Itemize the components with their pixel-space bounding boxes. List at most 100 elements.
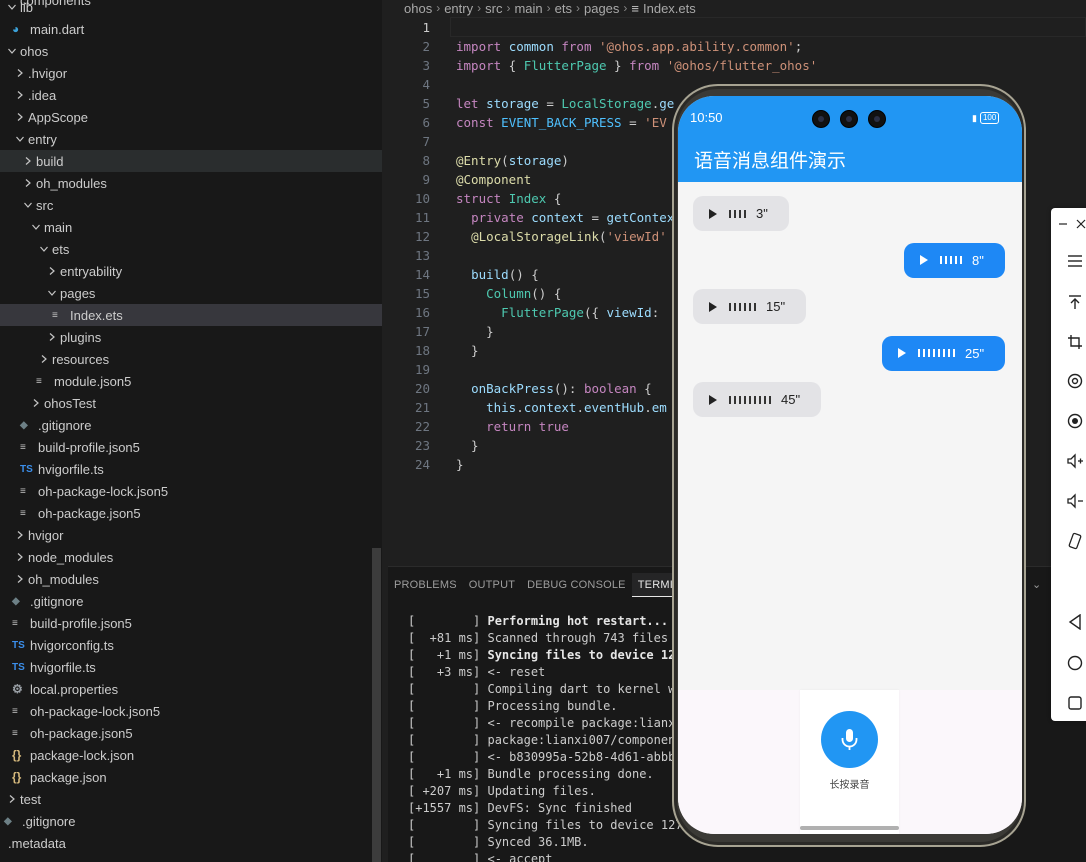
file-item[interactable]: ≡ module.json5 bbox=[0, 370, 382, 392]
chevron-right-icon[interactable] bbox=[4, 794, 20, 804]
folder-item[interactable]: ohos bbox=[0, 40, 382, 62]
back-icon[interactable] bbox=[1063, 610, 1086, 634]
chevron-right-icon[interactable] bbox=[20, 156, 36, 166]
pin-top-icon[interactable] bbox=[1063, 290, 1086, 314]
code-line[interactable]: 3 import { FlutterPage } from '@ohos/flut… bbox=[388, 56, 1086, 75]
file-item[interactable]: ◆ .gitignore bbox=[0, 414, 382, 436]
tab-output[interactable]: OUTPUT bbox=[463, 573, 521, 597]
folder-item[interactable]: oh_modules bbox=[0, 568, 382, 590]
breadcrumb-item[interactable]: entry bbox=[444, 1, 473, 16]
file-item[interactable]: ◆ .gitignore bbox=[0, 810, 382, 832]
folder-item[interactable]: ets bbox=[0, 238, 382, 260]
file-item[interactable]: TS hvigorfile.ts bbox=[0, 656, 382, 678]
chevron-right-icon[interactable] bbox=[44, 266, 60, 276]
crop-icon[interactable] bbox=[1063, 330, 1086, 354]
folder-item[interactable]: entryability bbox=[0, 260, 382, 282]
received-voice-message[interactable]: 45" bbox=[693, 382, 821, 417]
record-icon[interactable] bbox=[1063, 409, 1086, 433]
sent-voice-message[interactable]: 25" bbox=[882, 335, 1005, 371]
file-item[interactable]: ≡ oh-package-lock.json5 bbox=[0, 700, 382, 722]
file-item[interactable]: TS hvigorfile.ts bbox=[0, 458, 382, 480]
breadcrumb-item[interactable]: pages bbox=[584, 1, 619, 16]
recents-icon[interactable] bbox=[1063, 691, 1086, 715]
folder-item[interactable]: node_modules bbox=[0, 546, 382, 568]
chevron-down-icon[interactable] bbox=[4, 46, 20, 56]
home-icon[interactable] bbox=[1063, 651, 1086, 675]
received-voice-message[interactable]: 15" bbox=[693, 289, 806, 324]
chevron-down-icon[interactable] bbox=[20, 200, 36, 210]
file-item[interactable]: ≡ build-profile.json5 bbox=[0, 436, 382, 458]
sidebar-scrollbar[interactable] bbox=[372, 548, 381, 862]
folder-item[interactable]: AppScope bbox=[0, 106, 382, 128]
breadcrumb-item[interactable]: src bbox=[485, 1, 502, 16]
chevron-right-icon[interactable] bbox=[12, 574, 28, 584]
chevron-down-icon[interactable] bbox=[44, 288, 60, 298]
folder-item[interactable]: pages bbox=[0, 282, 382, 304]
file-item[interactable]: ≡ oh-package-lock.json5 bbox=[0, 480, 382, 502]
chevron-right-icon[interactable] bbox=[12, 552, 28, 562]
play-icon[interactable] bbox=[898, 348, 906, 358]
close-icon[interactable] bbox=[1073, 212, 1086, 236]
folder-item[interactable]: hvigor bbox=[0, 524, 382, 546]
folder-item[interactable]: .hvigor bbox=[0, 62, 382, 84]
record-button[interactable] bbox=[821, 711, 878, 768]
file-item[interactable]: ≡ oh-package.json5 bbox=[0, 722, 382, 744]
folder-item[interactable]: test bbox=[0, 788, 382, 810]
code-line[interactable]: 2 import common from '@ohos.app.ability.c… bbox=[388, 37, 1086, 56]
tab-debug-console[interactable]: DEBUG CONSOLE bbox=[521, 573, 632, 597]
chevron-right-icon[interactable] bbox=[12, 68, 28, 78]
screenshot-icon[interactable] bbox=[1063, 369, 1086, 393]
chevron-right-icon[interactable] bbox=[28, 398, 44, 408]
received-voice-message[interactable]: 3" bbox=[693, 196, 789, 231]
file-item[interactable]: ⚙ local.properties bbox=[0, 678, 382, 700]
play-icon[interactable] bbox=[709, 394, 717, 405]
rotate-icon[interactable] bbox=[1063, 529, 1086, 553]
folder-item[interactable]: .idea bbox=[0, 84, 382, 106]
file-item[interactable]: {} package-lock.json bbox=[0, 744, 382, 766]
minimize-icon[interactable] bbox=[1055, 212, 1071, 236]
file-item[interactable]: ≡ oh-package.json5 bbox=[0, 502, 382, 524]
folder-item[interactable]: entry bbox=[0, 128, 382, 150]
play-icon[interactable] bbox=[709, 301, 717, 312]
volume-down-icon[interactable] bbox=[1063, 489, 1086, 513]
terminal-prefix: [ ] bbox=[408, 750, 488, 764]
folder-item[interactable]: main bbox=[0, 216, 382, 238]
chevron-right-icon[interactable] bbox=[12, 530, 28, 540]
file-item[interactable]: ≡ Index.ets bbox=[0, 304, 382, 326]
chevron-down-icon[interactable]: ⌄ bbox=[1032, 578, 1041, 591]
tab-problems[interactable]: PROBLEMS bbox=[388, 573, 463, 597]
home-indicator[interactable] bbox=[800, 826, 899, 830]
phone-screen[interactable]: 10:50 ▮ 100 语音消息组件演示 3" 8" 15" 25" 45" 长按录音 bbox=[678, 96, 1022, 834]
chevron-down-icon[interactable] bbox=[28, 222, 44, 232]
chevron-down-icon[interactable] bbox=[12, 134, 28, 144]
file-item[interactable]: .metadata bbox=[0, 832, 382, 854]
breadcrumb-item[interactable]: ohos bbox=[404, 1, 432, 16]
folder-item[interactable]: oh_modules bbox=[0, 172, 382, 194]
breadcrumb-item[interactable]: main bbox=[514, 1, 542, 16]
chevron-right-icon[interactable] bbox=[20, 178, 36, 188]
chevron-down-icon[interactable] bbox=[36, 244, 52, 254]
code-line[interactable]: 1 bbox=[388, 18, 1086, 37]
chevron-right-icon[interactable] bbox=[36, 354, 52, 364]
file-item[interactable]: ◕ main.dart bbox=[0, 18, 382, 40]
breadcrumb-item[interactable]: ets bbox=[555, 1, 572, 16]
file-item[interactable]: ≡ build-profile.json5 bbox=[0, 612, 382, 634]
menu-icon[interactable] bbox=[1063, 249, 1086, 273]
chevron-right-icon[interactable] bbox=[44, 332, 60, 342]
file-item[interactable]: components bbox=[0, 0, 382, 9]
folder-item[interactable]: ohosTest bbox=[0, 392, 382, 414]
chevron-right-icon[interactable] bbox=[12, 90, 28, 100]
volume-up-icon[interactable] bbox=[1063, 449, 1086, 473]
folder-item[interactable]: plugins bbox=[0, 326, 382, 348]
file-item[interactable]: {} package.json bbox=[0, 766, 382, 788]
breadcrumb-item[interactable]: Index.ets bbox=[643, 1, 696, 16]
folder-item[interactable]: build bbox=[0, 150, 382, 172]
file-item[interactable]: TS hvigorconfig.ts bbox=[0, 634, 382, 656]
folder-item[interactable]: src bbox=[0, 194, 382, 216]
file-item[interactable]: ◆ .gitignore bbox=[0, 590, 382, 612]
play-icon[interactable] bbox=[709, 208, 717, 219]
chevron-right-icon[interactable] bbox=[12, 112, 28, 122]
folder-item[interactable]: resources bbox=[0, 348, 382, 370]
sent-voice-message[interactable]: 8" bbox=[904, 242, 1005, 278]
play-icon[interactable] bbox=[920, 255, 928, 265]
